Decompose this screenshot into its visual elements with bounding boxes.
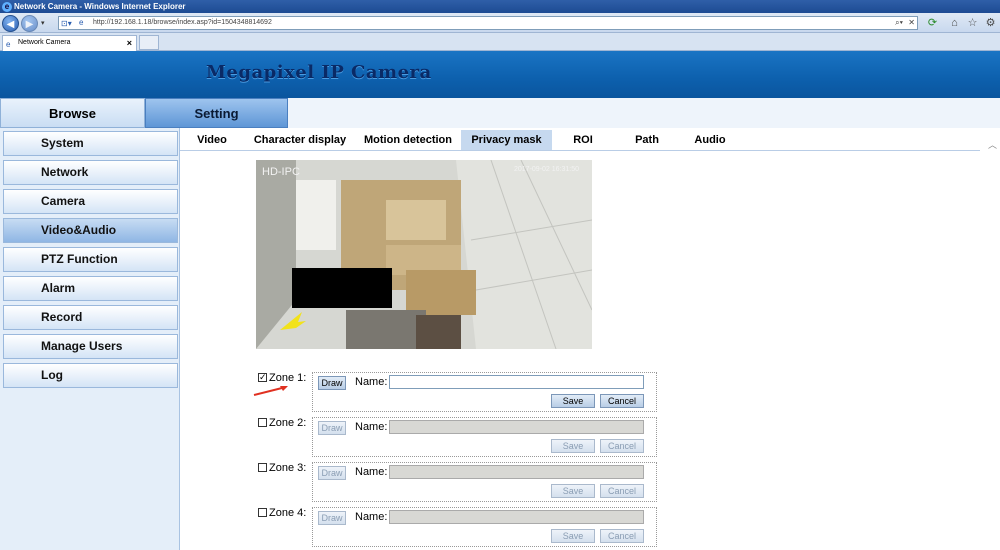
ie-logo-icon: e (2, 1, 12, 12)
sidebar-item-camera[interactable]: Camera (3, 189, 178, 214)
zone-1-name-label: Name: (355, 376, 388, 388)
zone-1-draw-button[interactable]: Draw (318, 376, 346, 390)
subtab-roi[interactable]: ROI (566, 130, 600, 150)
subtab-audio[interactable]: Audio (688, 130, 732, 150)
address-bar[interactable]: ⊡▾ e http://192.168.1.18/browse/index.as… (58, 16, 918, 30)
zone-2-label: Zone 2: (269, 417, 307, 429)
zone-3-save-button[interactable]: Save (551, 484, 595, 498)
ie-page-icon: e (79, 18, 84, 27)
sidebar-item-alarm[interactable]: Alarm (3, 276, 178, 301)
refresh-icon[interactable]: ⟳ (926, 17, 939, 30)
window-title-bar: e Network Camera - Windows Internet Explo… (0, 0, 1000, 13)
zone-4-checkbox[interactable] (258, 508, 267, 517)
tab-setting[interactable]: Setting (145, 98, 288, 128)
zone-4-save-button[interactable]: Save (551, 529, 595, 543)
zone-2-draw-button[interactable]: Draw (318, 421, 346, 435)
sidebar-item-video-audio[interactable]: Video&Audio (3, 218, 178, 243)
camera-osd-timestamp: 2017-09-02 16:31:50 (514, 166, 579, 173)
sidebar-item-network[interactable]: Network (3, 160, 178, 185)
close-icon[interactable]: ✕ (908, 17, 915, 29)
browser-tab[interactable]: e Network Camera × (2, 35, 137, 51)
subtab-video[interactable]: Video (190, 130, 234, 150)
tab-browse[interactable]: Browse (0, 98, 145, 128)
history-dropdown-icon[interactable]: ▾ (41, 19, 45, 27)
subtab-path[interactable]: Path (628, 130, 666, 150)
zone-1-cancel-button[interactable]: Cancel (600, 394, 644, 408)
zone-4-name-input[interactable] (389, 510, 644, 524)
new-tab-button[interactable] (139, 35, 159, 50)
zone-2-cancel-button[interactable]: Cancel (600, 439, 644, 453)
zone-1-label: Zone 1: (269, 372, 307, 384)
sidebar-item-ptz-function[interactable]: PTZ Function (3, 247, 178, 272)
scroll-up-icon[interactable]: ︿ (988, 138, 997, 151)
subtab-divider (180, 150, 980, 151)
zone-4-draw-button[interactable]: Draw (318, 511, 346, 525)
browser-tab-bar: e Network Camera × (0, 33, 1000, 51)
camera-scene (256, 160, 592, 349)
brand-title: Megapixel IP Camera (206, 62, 432, 83)
sidebar-item-record[interactable]: Record (3, 305, 178, 330)
close-tab-icon[interactable]: × (127, 36, 132, 50)
star-icon[interactable]: ☆ (966, 17, 979, 30)
back-icon[interactable]: ◀ (2, 15, 19, 32)
subtab-privacy-mask[interactable]: Privacy mask (461, 130, 552, 150)
zone-1-checkbox[interactable]: ✓ (258, 373, 267, 382)
browser-tab-label: Network Camera (18, 39, 71, 46)
zone-2-name-label: Name: (355, 421, 388, 433)
sidebar: System Network Camera Video&Audio PTZ Fu… (0, 128, 180, 550)
zone-4-label: Zone 4: (269, 507, 307, 519)
zone-4-cancel-button[interactable]: Cancel (600, 529, 644, 543)
annotation-arrow (253, 386, 288, 396)
subtab-motion-detection[interactable]: Motion detection (358, 130, 458, 150)
zone-3-name-input[interactable] (389, 465, 644, 479)
zone-2-name-input[interactable] (389, 420, 644, 434)
zone-2-checkbox[interactable] (258, 418, 267, 427)
zone-3-draw-button[interactable]: Draw (318, 466, 346, 480)
subtab-character-display[interactable]: Character display (246, 130, 354, 150)
sidebar-item-manage-users[interactable]: Manage Users (3, 334, 178, 359)
zone-3-label: Zone 3: (269, 462, 307, 474)
ie-favicon-icon: e (6, 40, 11, 49)
zone-1-save-button[interactable]: Save (551, 394, 595, 408)
gear-icon[interactable]: ⚙ (984, 17, 997, 30)
camera-preview[interactable] (256, 160, 592, 349)
page-header (0, 51, 1000, 98)
zone-4-name-label: Name: (355, 511, 388, 523)
zone-3-name-label: Name: (355, 466, 388, 478)
search-icon[interactable]: ⌕▾ (895, 17, 903, 29)
zone-2-save-button[interactable]: Save (551, 439, 595, 453)
address-url: http://192.168.1.18/browse/index.asp?id=… (93, 19, 272, 26)
browser-toolbar: ◀ ▶ ▾ ⊡▾ e http://192.168.1.18/browse/in… (0, 13, 1000, 33)
zone-1-name-input[interactable] (389, 375, 644, 389)
zone-3-cancel-button[interactable]: Cancel (600, 484, 644, 498)
sidebar-item-log[interactable]: Log (3, 363, 178, 388)
home-icon[interactable]: ⌂ (948, 17, 961, 30)
window-title: Network Camera - Windows Internet Explor… (14, 2, 186, 11)
camera-osd-label: HD-IPC (262, 166, 300, 178)
forward-icon[interactable]: ▶ (21, 15, 38, 32)
zone-3-checkbox[interactable] (258, 463, 267, 472)
sidebar-item-system[interactable]: System (3, 131, 178, 156)
page-icon: ⊡▾ (61, 19, 72, 28)
